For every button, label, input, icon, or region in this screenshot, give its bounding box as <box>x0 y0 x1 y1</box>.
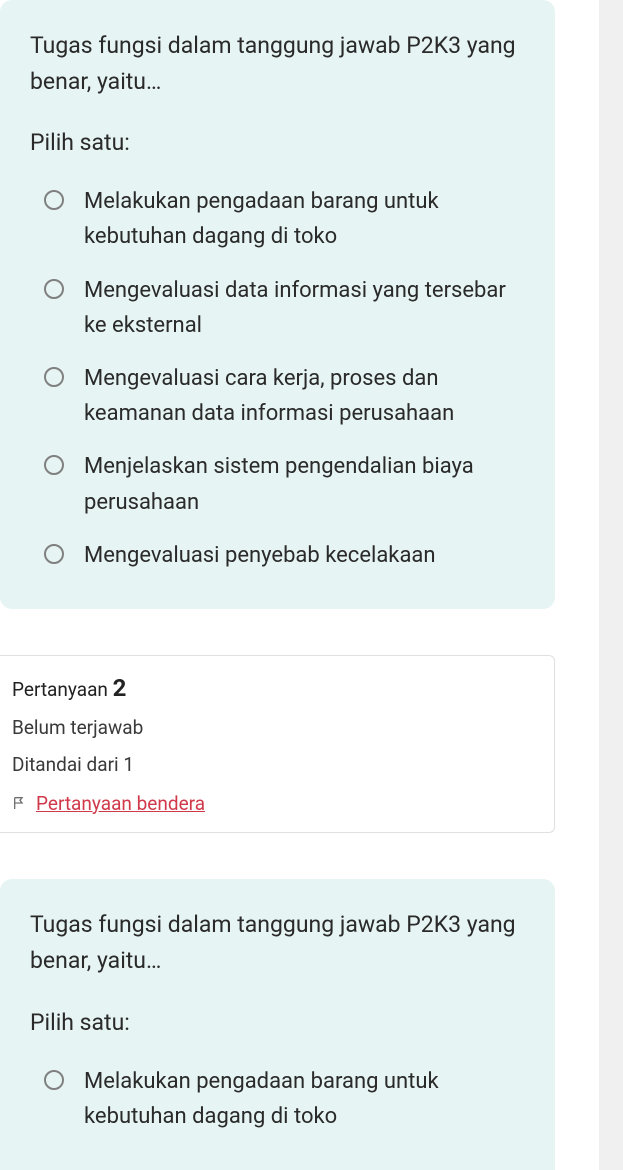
question-number: 2 <box>113 674 127 702</box>
question-card-2: Tugas fungsi dalam tanggung jawab P2K3 y… <box>0 879 555 1170</box>
question-text: Tugas fungsi dalam tanggung jawab P2K3 y… <box>30 907 525 978</box>
option-row[interactable]: Mengevaluasi data informasi yang terseba… <box>44 273 525 343</box>
marked-out-of: Ditandai dari 1 <box>12 753 540 776</box>
answer-status: Belum terjawab <box>12 716 540 739</box>
choose-one-label: Pilih satu: <box>30 1009 525 1036</box>
radio-icon[interactable] <box>44 455 64 475</box>
options-list: Melakukan pengadaan barang untuk kebutuh… <box>30 1064 525 1134</box>
option-row[interactable]: Mengevaluasi penyebab kecelakaan <box>44 538 525 573</box>
option-row[interactable]: Mengevaluasi cara kerja, proses dan keam… <box>44 361 525 431</box>
flag-link-text: Pertanyaan bendera <box>36 792 205 815</box>
choose-one-label: Pilih satu: <box>30 129 525 156</box>
option-label: Mengevaluasi cara kerja, proses dan keam… <box>84 361 525 431</box>
radio-icon[interactable] <box>44 279 64 299</box>
flag-question-link[interactable]: Pertanyaan bendera <box>12 792 205 815</box>
option-label: Menjelaskan sistem pengendalian biaya pe… <box>84 449 525 519</box>
question-card-1: Tugas fungsi dalam tanggung jawab P2K3 y… <box>0 0 555 609</box>
option-row[interactable]: Menjelaskan sistem pengendalian biaya pe… <box>44 449 525 519</box>
options-list: Melakukan pengadaan barang untuk kebutuh… <box>30 184 525 573</box>
radio-icon[interactable] <box>44 544 64 564</box>
option-row[interactable]: Melakukan pengadaan barang untuk kebutuh… <box>44 184 525 254</box>
question-info-block: Pertanyaan 2 Belum terjawab Ditandai dar… <box>0 655 555 834</box>
question-number-label: Pertanyaan 2 <box>12 674 540 702</box>
right-gutter <box>599 0 623 1170</box>
radio-icon[interactable] <box>44 1070 64 1090</box>
question-text: Tugas fungsi dalam tanggung jawab P2K3 y… <box>30 28 525 99</box>
option-label: Mengevaluasi penyebab kecelakaan <box>84 538 436 573</box>
flag-icon <box>12 794 28 812</box>
option-label: Mengevaluasi data informasi yang terseba… <box>84 273 525 343</box>
radio-icon[interactable] <box>44 190 64 210</box>
question-label-text: Pertanyaan <box>12 678 108 701</box>
option-row[interactable]: Melakukan pengadaan barang untuk kebutuh… <box>44 1064 525 1134</box>
option-label: Melakukan pengadaan barang untuk kebutuh… <box>84 184 525 254</box>
radio-icon[interactable] <box>44 367 64 387</box>
option-label: Melakukan pengadaan barang untuk kebutuh… <box>84 1064 525 1134</box>
